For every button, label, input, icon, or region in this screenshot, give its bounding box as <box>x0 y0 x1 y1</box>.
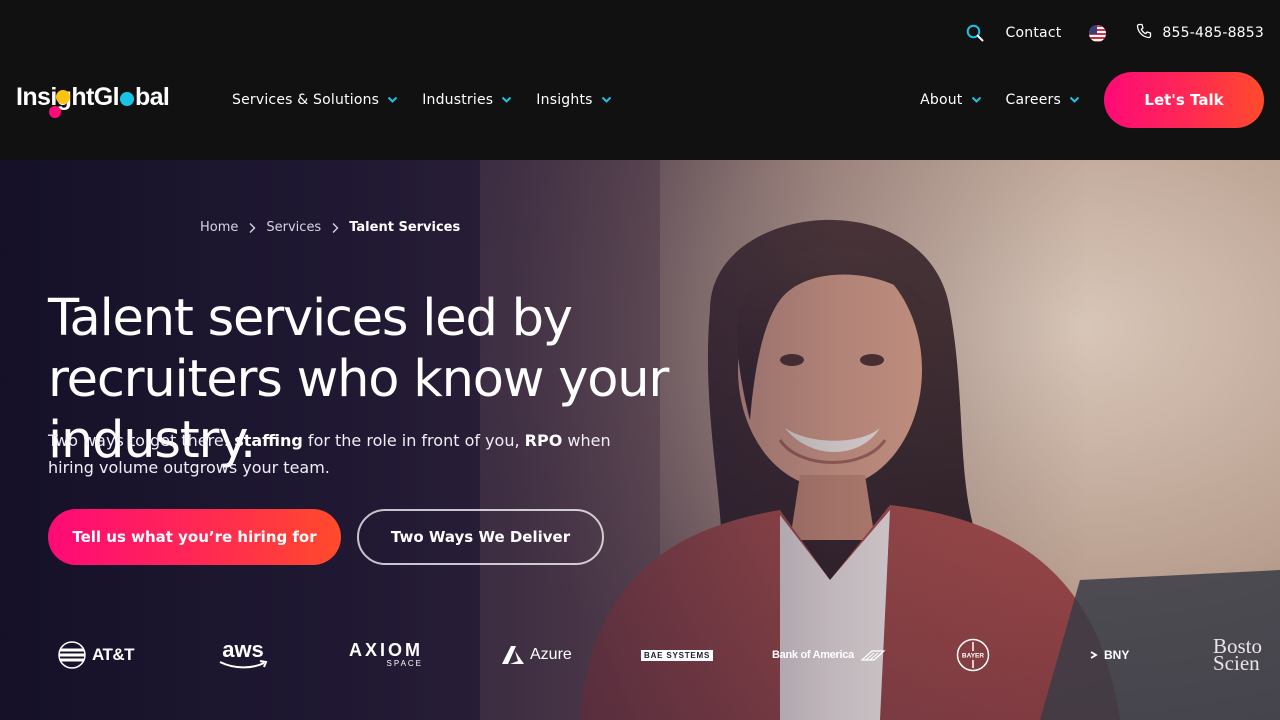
nav-insights[interactable]: Insights <box>536 92 611 108</box>
azure-logo-text: Azure <box>530 646 572 663</box>
phone-icon <box>1136 23 1152 43</box>
chevron-down-icon <box>601 96 611 103</box>
breadcrumb-home[interactable]: Home <box>200 220 238 235</box>
att-logo-text: AT&T <box>92 645 135 664</box>
bae-systems-logo: BAE SYSTEMS <box>641 630 714 680</box>
search-icon[interactable] <box>964 22 986 44</box>
breadcrumb-services[interactable]: Services <box>266 220 321 235</box>
bayer-logo: BAYER <box>956 630 990 680</box>
phone-number: 855-485-8853 <box>1162 25 1264 41</box>
primary-nav: Services & Solutions Industries Insights <box>232 88 612 112</box>
bsci-logo-text-2: Scien <box>1213 651 1260 675</box>
lets-talk-button[interactable]: Let's Talk <box>1104 72 1264 128</box>
nav-services-solutions[interactable]: Services & Solutions <box>232 92 398 108</box>
logo-text-4: bal <box>134 83 170 111</box>
phone-link[interactable]: 855-485-8853 <box>1136 23 1264 43</box>
insight-global-logo[interactable]: Insi ght Gl bal <box>16 82 170 118</box>
hero-section: Home Services Talent Services Talent ser… <box>0 160 1280 720</box>
hero-subtitle-text: Two ways to get there: <box>48 431 235 450</box>
chevron-right-icon <box>332 222 339 233</box>
axiom-logo-text: AXIOM <box>349 640 424 660</box>
logo-dot-group: ght <box>48 82 94 118</box>
breadcrumb: Home Services Talent Services <box>200 220 460 235</box>
chevron-down-icon <box>971 96 981 103</box>
boa-flag-icon <box>860 650 886 661</box>
att-logo: AT&T <box>58 630 135 680</box>
chevron-down-icon <box>1069 96 1080 103</box>
nav-label: Insights <box>536 92 593 108</box>
axiom-logo-subtext: SPACE <box>386 659 424 668</box>
hero-subtitle-bold: RPO <box>524 431 563 450</box>
hero-subtitle-bold: staffing <box>234 431 303 450</box>
nav-label: Services & Solutions <box>232 92 380 108</box>
chevron-down-icon <box>387 96 398 103</box>
hero-subtitle-text: for the role in front of you, <box>302 431 525 450</box>
azure-logo: Azure <box>502 630 572 680</box>
us-flag-icon[interactable] <box>1089 24 1107 42</box>
logo-text-3: Gl <box>93 83 120 111</box>
chevron-down-icon <box>502 96 512 103</box>
secondary-nav: About Careers <box>920 88 1080 112</box>
two-ways-button[interactable]: Two Ways We Deliver <box>357 509 604 565</box>
aws-smile-icon <box>219 660 268 669</box>
bank-of-america-logo: Bank of America <box>772 630 886 680</box>
breadcrumb-current: Talent Services <box>349 220 461 235</box>
nav-label: Industries <box>422 92 494 108</box>
contact-link[interactable]: Contact <box>1006 25 1062 41</box>
nav-careers[interactable]: Careers <box>1006 92 1080 108</box>
azure-icon <box>502 646 524 664</box>
axiom-space-logo: AXIOM SPACE <box>349 630 423 680</box>
bny-arrow-icon <box>1090 651 1098 659</box>
boston-scientific-logo: Bosto Scien <box>1213 630 1262 680</box>
logo-yellow-dot <box>55 90 70 104</box>
site-header: Contact 855-485-8853 Insi ght Gl bal Ser… <box>0 0 1280 160</box>
logo-cyan-dot <box>119 92 134 106</box>
boa-logo-text: Bank of America <box>772 649 854 661</box>
nav-about[interactable]: About <box>920 92 981 108</box>
bny-logo: BNY <box>1090 630 1129 680</box>
nav-label: Careers <box>1005 92 1061 108</box>
bny-logo-text: BNY <box>1104 648 1130 662</box>
att-globe-icon <box>58 641 86 669</box>
logo-pink-dot <box>48 106 61 118</box>
aws-logo-text: aws <box>222 637 264 662</box>
bae-logo-text: BAE SYSTEMS <box>641 649 714 661</box>
bayer-cross-icon: BAYER <box>956 638 990 672</box>
bayer-logo-text: BAYER <box>962 653 984 660</box>
hiring-cta-button[interactable]: Tell us what you’re hiring for <box>48 509 341 565</box>
chevron-right-icon <box>249 222 256 233</box>
aws-logo: aws <box>218 630 268 680</box>
nav-label: About <box>920 92 963 108</box>
hero-subtitle: Two ways to get there: staffing for the … <box>48 427 648 481</box>
nav-industries[interactable]: Industries <box>422 92 512 108</box>
client-logo-strip: AT&T aws AXIOM SPACE Azure BAE SYSTEMS B… <box>0 630 1280 680</box>
utility-bar: Contact 855-485-8853 <box>964 22 1264 44</box>
